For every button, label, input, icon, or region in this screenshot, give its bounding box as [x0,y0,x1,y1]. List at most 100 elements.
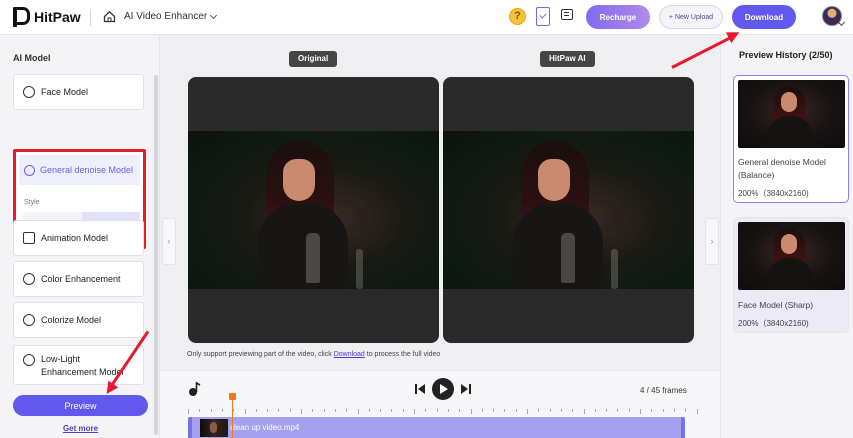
ruler-tick [278,409,280,412]
ruler-tick [504,409,506,412]
ruler-tick [459,409,461,412]
denoise-icon [24,164,35,176]
history-title: Preview History (2/50) [739,50,833,60]
support-text-after: to process the full video [364,351,441,358]
logo[interactable]: HitPaw [12,7,81,27]
chevron-down-icon [210,11,218,19]
timeline-ruler[interactable] [188,409,698,415]
preview-history-panel: Preview History (2/50) General denoise M… [720,35,853,438]
preview-button[interactable]: Preview [13,395,148,416]
color-icon [23,273,35,285]
history-item[interactable]: General denoise Model (Balance) 200%（384… [733,75,849,203]
ruler-tick [696,409,698,414]
original-video-frame [188,131,439,289]
model-card-animation[interactable]: Animation Model [13,220,144,256]
model-card-face[interactable]: Face Model [13,74,144,110]
ruler-tick [255,409,257,412]
ai-label: HitPaw AI [540,51,595,67]
new-upload-button[interactable]: + New Upload [659,5,723,29]
ruler-tick [289,409,291,412]
history-thumbnail [738,222,845,290]
feedback-icon[interactable] [561,9,573,20]
video-clip-track[interactable]: clean up video.mp4 [188,417,685,438]
ruler-tick [334,409,336,412]
ruler-tick [662,409,664,412]
timeline: 4 / 45 frames clean up video.mp4 [160,370,720,438]
ruler-tick [481,409,483,412]
ruler-tick [617,409,619,412]
model-label: Color Enhancement [41,274,121,284]
ruler-tick [368,409,370,412]
header-divider [90,9,91,26]
original-video [188,77,439,343]
playhead[interactable] [229,393,236,438]
ruler-tick [447,409,449,412]
support-notice: Only support previewing part of the vide… [187,351,440,358]
model-label: General denoise Model [40,165,134,175]
ruler-tick [233,409,235,412]
ruler-tick [583,409,585,414]
ruler-tick [572,409,574,412]
previous-arrow-icon[interactable]: ‹ [162,218,176,265]
ruler-tick [391,409,393,412]
ruler-tick [538,409,540,412]
avatar[interactable] [822,6,842,26]
ruler-tick [685,409,687,412]
ruler-tick [244,409,246,414]
clip-name: clean up video.mp4 [230,423,300,432]
recharge-button[interactable]: Recharge [586,5,650,29]
playback-controls [414,378,472,400]
history-item[interactable]: Face Model (Sharp) 200%（3840x2160) [733,217,849,333]
ruler-tick [515,409,517,412]
task-list-icon[interactable] [536,7,550,26]
audio-icon[interactable] [188,381,202,397]
model-card-colorize[interactable]: Colorize Model [13,302,144,338]
download-button[interactable]: Download [732,5,796,29]
ruler-tick [323,409,325,412]
preview-area: Original HitPaw AI ‹ › Only support prev… [160,35,720,370]
panel-title: AI Model [13,53,51,63]
ruler-tick [436,409,438,412]
low-light-icon [23,354,35,366]
ruler-tick [651,409,653,412]
animation-icon [23,232,35,244]
hitpaw-logo-icon [12,7,30,27]
left-scrollbar[interactable] [154,75,158,435]
ruler-tick [188,409,189,414]
help-emoji-icon[interactable]: ? [509,8,526,25]
ruler-tick [594,409,596,412]
clip-thumbnail [200,419,228,437]
history-thumbnail [738,80,845,148]
frame-counter: 4 / 45 frames [640,386,687,395]
product-switcher[interactable]: AI Video Enhancer [124,11,218,22]
home-icon[interactable] [103,10,116,23]
history-item-meta: 200%（3840x2160) [738,319,809,328]
next-arrow-icon[interactable]: › [705,218,719,265]
ruler-tick [673,409,675,412]
ruler-tick [640,409,641,414]
ruler-tick [414,409,415,414]
ai-model-panel: AI Model Face Model General denoise Mode… [0,35,160,438]
history-item-meta: 200%（3840x2160) [738,189,809,198]
ruler-tick [606,409,608,412]
history-item-name: General denoise Model (Balance) [738,157,826,180]
support-download-link[interactable]: Download [334,351,365,358]
get-more-link[interactable]: Get more [13,424,148,433]
previous-frame-icon[interactable] [414,383,426,395]
top-bar: HitPaw AI Video Enhancer ? Recharge + Ne… [0,0,853,35]
ruler-tick [628,409,630,412]
ruler-tick [312,409,314,412]
ruler-tick [267,409,269,412]
support-text-before: Only support previewing part of the vide… [187,351,334,358]
model-card-color-enhancement[interactable]: Color Enhancement [13,261,144,297]
original-label: Original [289,51,338,67]
ruler-tick [425,409,427,412]
ruler-tick [527,409,528,414]
ruler-tick [549,409,551,412]
play-icon[interactable] [432,378,454,400]
model-card-header[interactable]: General denoise Model [19,155,140,185]
ruler-tick [346,409,348,412]
ruler-tick [199,409,201,412]
ruler-tick [221,409,223,412]
next-frame-icon[interactable] [460,383,472,395]
